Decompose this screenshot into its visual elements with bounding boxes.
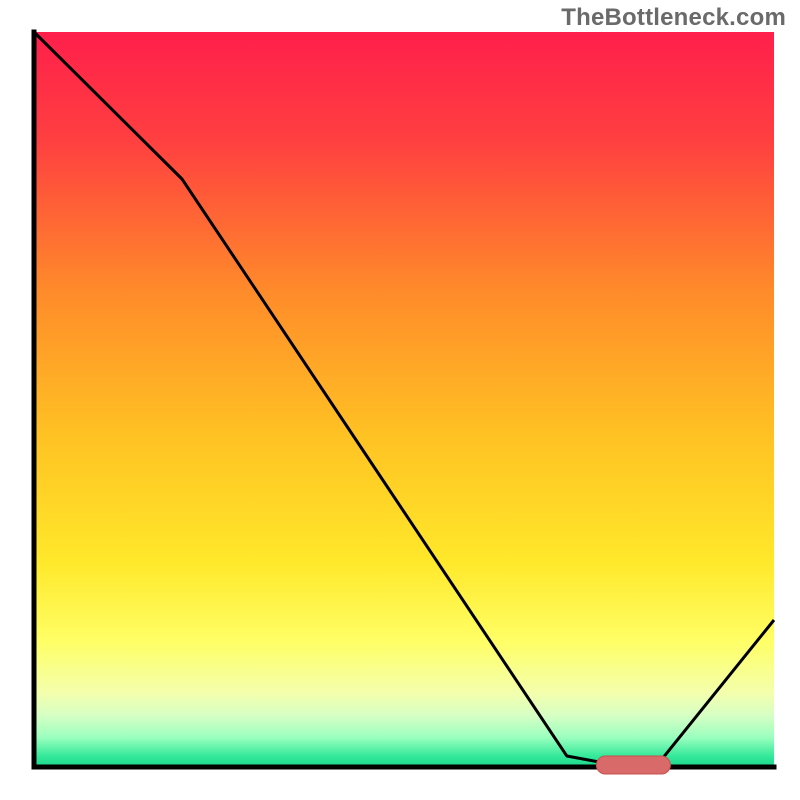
optimum-marker — [596, 756, 670, 774]
chart-svg — [0, 0, 800, 800]
chart-container: TheBottleneck.com — [0, 0, 800, 800]
